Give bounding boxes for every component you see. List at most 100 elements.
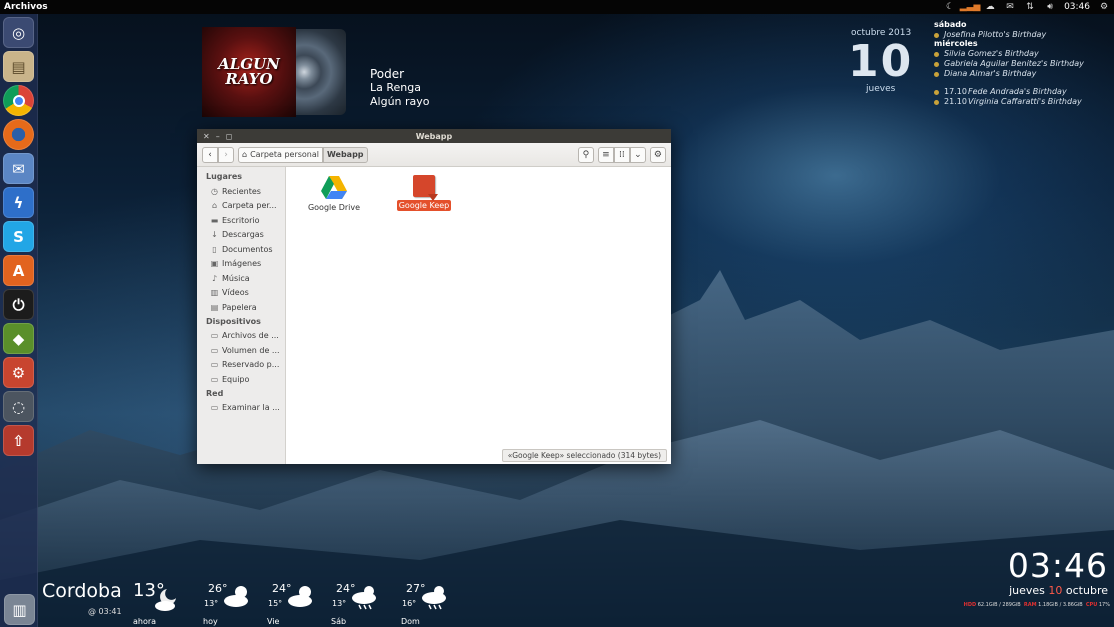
launcher-trash-icon[interactable]: ▥ [4,594,35,625]
forecast-day: 24° 13° Sáb [331,580,395,627]
gear-icon[interactable]: ⚙ [1098,2,1110,12]
grid-icon: ⁞⁞ [619,149,625,160]
album-cover[interactable]: ALGUN RAYO [202,27,296,117]
sidebar-item-home[interactable]: ⌂ Carpeta per... [197,199,285,214]
sidebar-item-papelera[interactable]: ▤ Papelera [197,300,285,315]
file-manager-window: ✕ – ◻ Webapp ‹ › ⌂ Carpeta personal Webap… [197,129,671,464]
launcher-messenger-icon[interactable]: ϟ [3,187,34,218]
launcher-files-icon[interactable]: ▤ [3,51,34,82]
sidebar-item-escritorio[interactable]: ▬ Escritorio [197,213,285,228]
sun-cloud-icon [224,586,248,607]
weather-city: Cordoba [42,580,122,602]
trash-icon: ▤ [210,302,219,312]
launcher-thunderbird-icon[interactable]: ✉ [3,153,34,184]
launcher: ◎ ▤ ✉ ϟ S A ⏻ ◆ ⚙ ◌ ⇧ ▥ [0,14,38,627]
window-title: Webapp [415,131,453,141]
clock-widget: 03:46 jueves 10 octubre [1008,546,1108,597]
sidebar-item-equipo[interactable]: ▭ Equipo [197,372,285,387]
event-item: 21.10Virginia Caffaratti's Birthday [934,97,1084,107]
weather-indicator-icon[interactable]: ☾ [944,2,956,12]
weather-now: 13° ahora [133,580,195,627]
launcher-firefox-icon[interactable] [3,119,34,150]
sun-cloud-icon [288,586,312,607]
sidebar-item-device[interactable]: ▭ Reservado p... [197,358,285,373]
event-item: Gabriela Aguilar Benitez's Birthday [934,59,1084,69]
view-options-button[interactable]: ⌄ [629,146,646,163]
network-arrows-icon[interactable]: ⇅ [1024,2,1036,12]
app-title: Archivos [4,2,48,12]
launcher-settings-icon[interactable]: ⚙ [3,357,34,388]
window-titlebar[interactable]: ✕ – ◻ Webapp [197,129,671,143]
film-icon: ▥ [210,288,219,298]
launcher-power-icon[interactable]: ⏻ [3,289,34,320]
file-item-selected[interactable]: Google Keep [386,175,462,211]
forward-button[interactable]: › [218,146,234,163]
maximize-icon[interactable]: ◻ [226,132,233,141]
sidebar-heading: Dispositivos [206,316,261,326]
event-list: sábado Josefina Pilotto's Birthday miérc… [934,20,1084,107]
breadcrumb-home[interactable]: ⌂ Carpeta personal [238,146,323,163]
search-button[interactable]: ⚲ [577,146,594,163]
mail-icon[interactable]: ✉ [1004,2,1016,12]
sidebar-item-videos[interactable]: ▥ Vídeos [197,286,285,301]
event-item: 17.10Fede Andrada's Birthday [934,87,1084,97]
download-icon: ↓ [211,230,218,240]
drive-icon: ▭ [210,331,219,341]
launcher-dash-icon[interactable]: ◎ [3,17,34,48]
sidebar-item-documentos[interactable]: ▯ Documentos [197,242,285,257]
launcher-skype-icon[interactable]: S [3,221,34,252]
top-panel: Archivos ☾ ▂▃▅ ☁ ✉ ⇅ 🔊︎ 03:46 ⚙ [0,0,1114,14]
launcher-green-app-icon[interactable]: ◆ [3,323,34,354]
launcher-software-center-icon[interactable]: A [3,255,34,286]
launcher-steam-icon[interactable]: ◌ [3,391,34,422]
track-album: Algún rayo [370,95,430,108]
network-icon: ▭ [210,403,219,413]
sidebar-item-musica[interactable]: ♪ Música [197,271,285,286]
sidebar-heading: Red [206,388,224,398]
breadcrumb: ⌂ Carpeta personal Webapp [238,146,368,163]
drive-icon: ▭ [210,345,219,355]
minimize-icon[interactable]: – [216,132,220,141]
file-item[interactable]: Google Drive [296,175,372,213]
sidebar-item-device[interactable]: ▭ Archivos de ... [197,329,285,344]
clock-icon: ◷ [211,186,218,196]
forecast-day: 24° 15° Vie [267,580,331,627]
forecast-label: Dom [401,617,420,626]
storm-cloud-icon [422,586,446,610]
sidebar-item-network[interactable]: ▭ Examinar la ... [197,401,285,416]
back-button[interactable]: ‹ [202,146,218,163]
google-drive-icon [321,176,347,199]
camera-icon: ▣ [210,259,219,269]
sidebar-item-descargas[interactable]: ↓ Descargas [197,228,285,243]
calendar-widget: octubre 2013 10 jueves sábado Josefina P… [840,18,1110,113]
bars-indicator-icon[interactable]: ▂▃▅ [960,2,981,12]
weather-widget: Cordoba @ 03:41 13° ahora 26° 13° hoy 24… [38,572,458,627]
launcher-uploader-icon[interactable]: ⇧ [3,425,34,456]
forecast-day: 26° 13° hoy [203,580,267,627]
status-bar: «Google Keep» seleccionado (314 bytes) [501,449,667,462]
close-icon[interactable]: ✕ [203,132,210,141]
sidebar-item-imagenes[interactable]: ▣ Imágenes [197,257,285,272]
sidebar-item-recientes[interactable]: ◷ Recientes [197,184,285,199]
track-artist: La Renga [370,81,421,94]
weather-now-label: ahora [133,617,157,626]
launcher-chrome-icon[interactable] [3,85,34,116]
volume-icon[interactable]: 🔊︎ [1044,2,1056,12]
sidebar-item-device[interactable]: ▭ Volumen de ... [197,343,285,358]
file-view[interactable]: Google Drive Google Keep «Google Keep» s… [286,167,671,464]
list-icon: ≡ [602,149,610,160]
calendar-day: 10 [848,36,914,87]
home-icon: ⌂ [242,150,248,159]
panel-clock[interactable]: 03:46 [1064,2,1090,12]
system-monitor: HDD 62.1GiB / 289GiB RAM 1.18GiB / 3.86G… [963,602,1110,608]
event-item: Silvia Gomez's Birthday [934,49,1084,59]
settings-button[interactable]: ⚙ [649,146,666,163]
storm-cloud-icon [352,586,376,610]
breadcrumb-current[interactable]: Webapp [322,146,368,163]
list-view-button[interactable]: ≡ [597,146,614,163]
drive-icon: ▭ [210,360,219,370]
moon-cloud-icon [155,589,176,611]
cloud-icon[interactable]: ☁ [984,2,996,12]
forecast-label: hoy [203,617,218,626]
grid-view-button[interactable]: ⁞⁞ [613,146,630,163]
